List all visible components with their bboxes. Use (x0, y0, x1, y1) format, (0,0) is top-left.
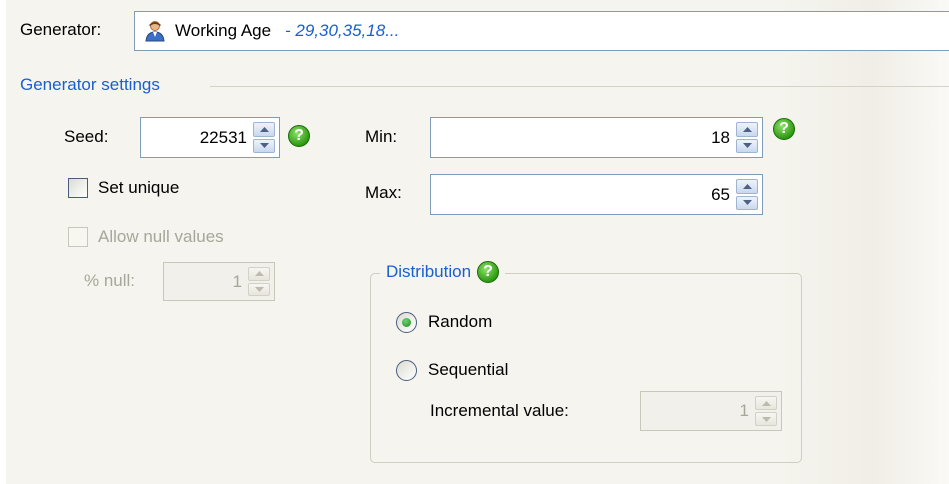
min-value: 18 (711, 127, 730, 147)
null-percent-up-button[interactable] (248, 267, 270, 281)
chevron-up-icon (761, 400, 771, 406)
max-up-button[interactable] (736, 179, 758, 194)
distribution-title: Distribution (386, 262, 472, 281)
min-help-icon[interactable]: ? (773, 118, 795, 140)
allow-null-checkbox[interactable] (68, 227, 88, 247)
random-label: Random (428, 312, 493, 331)
null-percent-label: % null: (84, 271, 136, 290)
generator-panel: Generator: Working Age - 29,30,35,18... … (6, 0, 949, 484)
person-icon (144, 20, 166, 47)
distribution-header: Distribution ? (380, 258, 506, 286)
sequential-radio[interactable] (396, 360, 417, 381)
incremental-value-label: Incremental value: (430, 401, 569, 420)
generator-preview: - 29,30,35,18... (285, 21, 400, 40)
chevron-up-icon (742, 126, 752, 132)
incremental-value: 1 (739, 401, 749, 420)
chevron-down-icon (259, 143, 269, 149)
chevron-down-icon (742, 143, 752, 149)
seed-down-button[interactable] (253, 138, 275, 153)
generator-label: Generator: (20, 20, 102, 39)
max-spinner[interactable] (736, 179, 758, 210)
max-label: Max: (365, 183, 402, 202)
set-unique-label: Set unique (98, 178, 180, 197)
null-percent-spinner[interactable] (248, 267, 270, 296)
chevron-up-icon (742, 183, 752, 189)
min-stepper[interactable]: 18 (430, 117, 763, 158)
allow-null-label: Allow null values (98, 227, 224, 246)
incremental-up-button[interactable] (755, 396, 777, 410)
max-value: 65 (711, 184, 730, 204)
incremental-down-button[interactable] (755, 412, 777, 426)
incremental-value-stepper[interactable]: 1 (640, 391, 782, 431)
min-spinner[interactable] (736, 122, 758, 153)
max-down-button[interactable] (736, 195, 758, 210)
seed-label: Seed: (64, 127, 109, 146)
min-label: Min: (365, 127, 398, 146)
seed-up-button[interactable] (253, 122, 275, 137)
radio-selected-dot (402, 318, 411, 327)
chevron-down-icon (761, 416, 771, 422)
seed-stepper[interactable]: 22531 (140, 117, 280, 158)
generator-selector[interactable]: Working Age - 29,30,35,18... (134, 11, 949, 51)
incremental-spinner[interactable] (755, 396, 777, 426)
null-percent-value: 1 (232, 271, 242, 291)
random-radio[interactable] (396, 312, 417, 333)
seed-help-icon[interactable]: ? (288, 125, 310, 147)
min-up-button[interactable] (736, 122, 758, 137)
seed-value: 22531 (199, 127, 247, 147)
set-unique-checkbox[interactable] (68, 178, 88, 198)
generator-settings-title: Generator settings (20, 75, 160, 94)
chevron-down-icon (254, 286, 264, 292)
chevron-up-icon (259, 126, 269, 132)
chevron-up-icon (254, 271, 264, 277)
sequential-label: Sequential (428, 360, 509, 379)
generator-name: Working Age (175, 21, 272, 40)
chevron-down-icon (742, 200, 752, 206)
null-percent-stepper[interactable]: 1 (163, 262, 275, 301)
min-down-button[interactable] (736, 138, 758, 153)
max-stepper[interactable]: 65 (430, 174, 763, 215)
settings-divider (210, 86, 949, 87)
null-percent-down-button[interactable] (248, 282, 270, 296)
distribution-help-icon[interactable]: ? (477, 261, 500, 283)
seed-spinner[interactable] (253, 122, 275, 153)
